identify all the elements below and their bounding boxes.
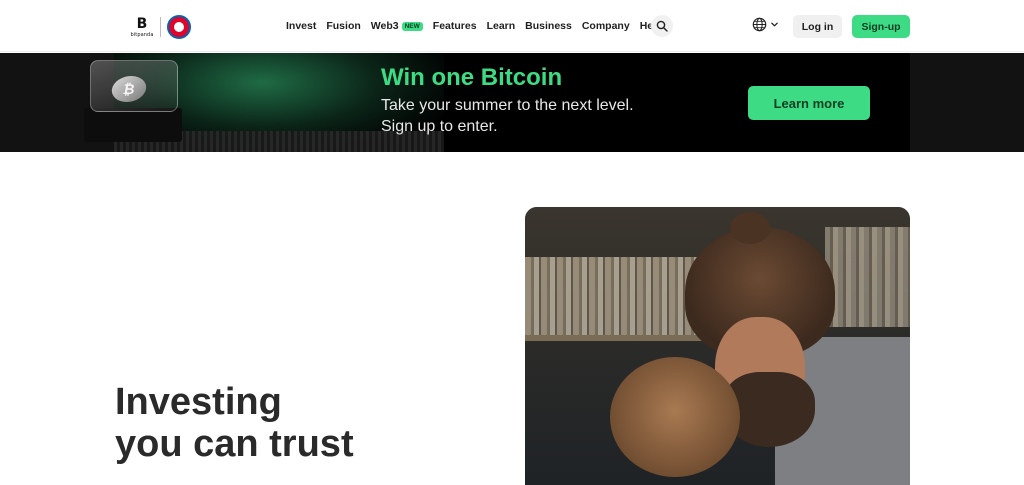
nav-item-label: Learn bbox=[486, 20, 516, 32]
nav-item-learn[interactable]: Learn bbox=[487, 20, 516, 32]
nav-item-web3[interactable]: Web3 NEW bbox=[371, 20, 423, 32]
nav-item-fusion[interactable]: Fusion bbox=[326, 20, 360, 32]
nav-item-label: Invest bbox=[286, 20, 317, 32]
nav-item-features[interactable]: Features bbox=[433, 20, 477, 32]
photo-child-hair bbox=[610, 357, 740, 477]
banner-subtitle-line2: Sign up to enter. bbox=[381, 118, 498, 135]
hero-title-line2: you can trust bbox=[115, 423, 354, 465]
new-badge: NEW bbox=[401, 21, 423, 31]
hero-photo-father-and-child bbox=[525, 207, 910, 485]
learn-more-button[interactable]: Learn more bbox=[748, 86, 870, 120]
search-icon bbox=[656, 20, 668, 32]
nav-item-invest[interactable]: Invest bbox=[286, 20, 316, 32]
chevron-down-icon bbox=[771, 22, 778, 27]
language-selector[interactable] bbox=[752, 17, 779, 32]
login-button[interactable]: Log in bbox=[793, 15, 842, 38]
nav-item-label: Business bbox=[525, 20, 572, 32]
partner-crest-logo bbox=[167, 15, 191, 39]
logo-divider bbox=[160, 17, 161, 37]
bitpanda-logo: B bitpanda bbox=[128, 17, 156, 38]
nav-item-company[interactable]: Company bbox=[582, 20, 630, 32]
bitcoin-trophy-base bbox=[84, 108, 182, 142]
nav-item-label: Web3 bbox=[370, 20, 399, 32]
brand-logo-link[interactable]: B bitpanda bbox=[128, 14, 191, 40]
banner-subtitle-line1: Take your summer to the next level. bbox=[381, 97, 634, 114]
bitpanda-logo-mark: B bbox=[136, 15, 148, 32]
nav-item-label: Company bbox=[581, 20, 630, 32]
main-nav: Invest Fusion Web3 NEW Features Learn Bus… bbox=[286, 17, 672, 35]
top-navigation-bar: B bitpanda Invest Fusion Web3 NEW Feature… bbox=[0, 0, 1024, 52]
hero-title: Investing you can trust bbox=[115, 381, 354, 465]
banner-title: Win one Bitcoin bbox=[381, 64, 563, 91]
nav-item-label: Fusion bbox=[326, 20, 361, 32]
photo-man-bun bbox=[730, 212, 770, 244]
hero-title-line1: Investing bbox=[115, 381, 282, 423]
nav-item-label: Features bbox=[432, 20, 477, 32]
bitpanda-logo-wordmark: bitpanda bbox=[130, 31, 154, 38]
signup-button[interactable]: Sign-up bbox=[852, 15, 910, 38]
photo-bookshelf-right bbox=[825, 227, 910, 327]
globe-icon bbox=[752, 17, 767, 32]
nav-item-business[interactable]: Business bbox=[525, 20, 572, 32]
search-button[interactable] bbox=[651, 15, 673, 37]
